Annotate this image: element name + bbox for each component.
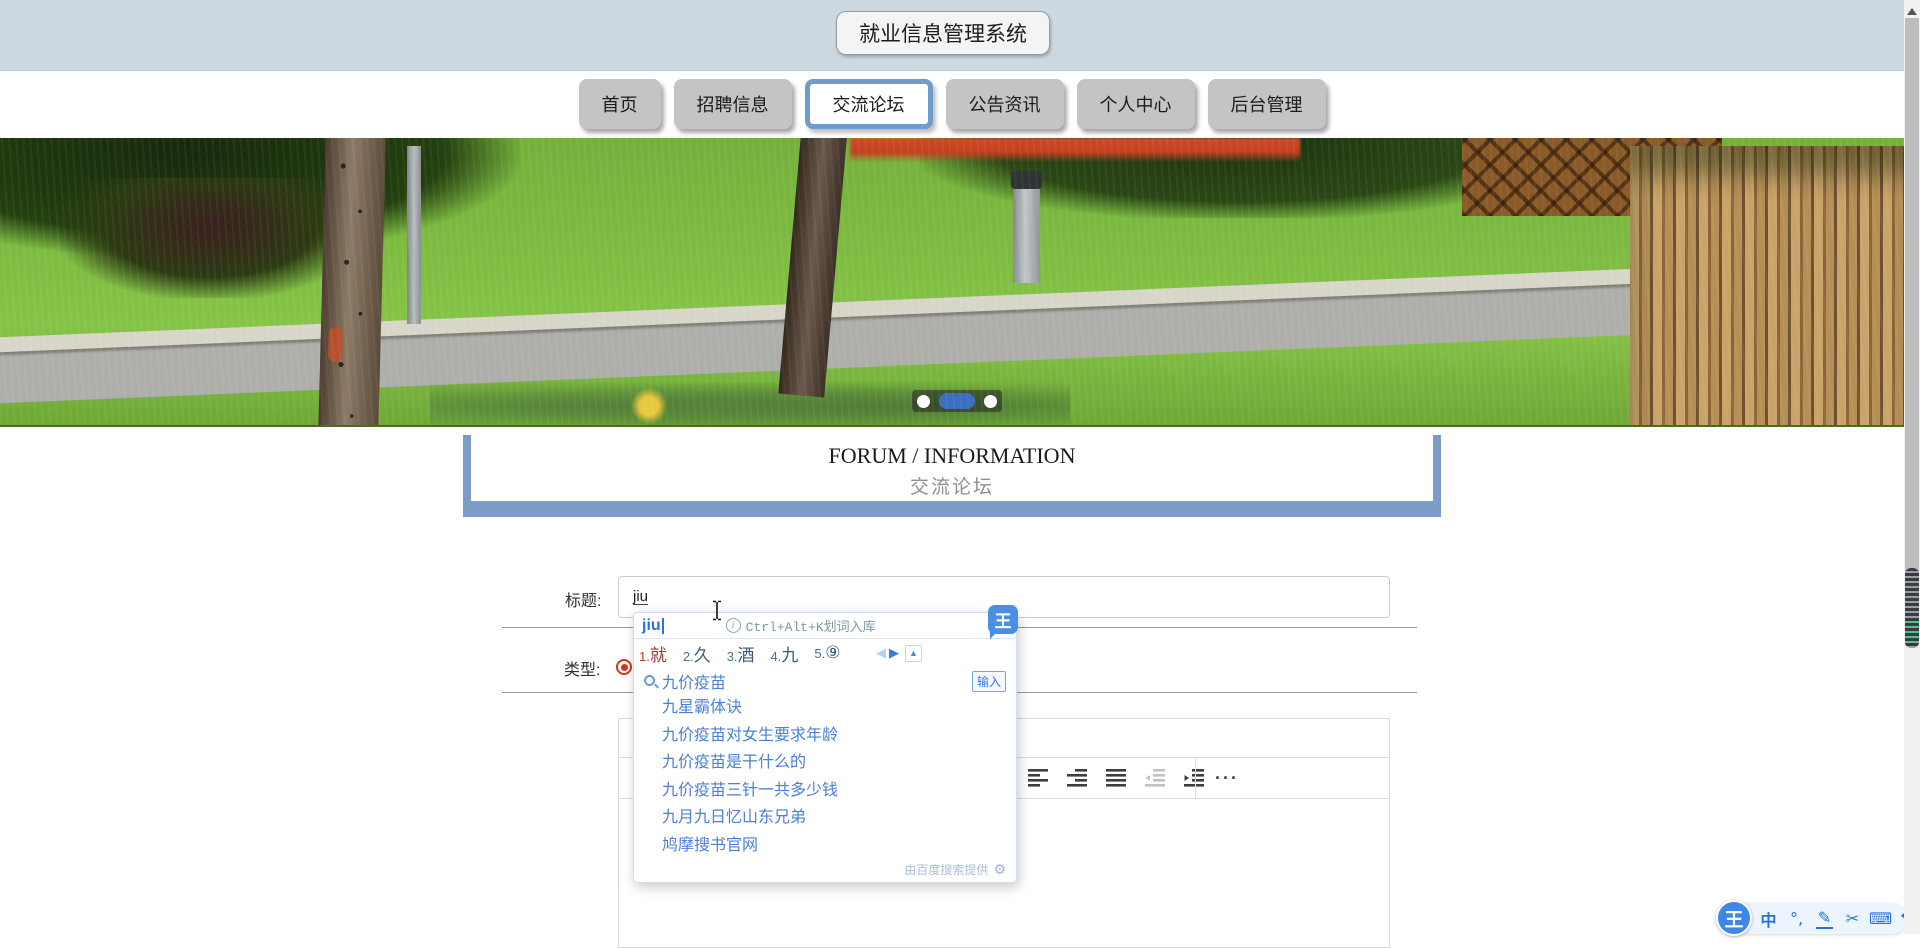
ime-candidate-1[interactable]: 1.就 [639,641,667,666]
ime-candidate-5[interactable]: 5.⑨ [814,643,840,663]
ime-suggestion-5[interactable]: 九月九日忆山东兄弟 [662,804,1016,832]
ime-suggestion-2[interactable]: 九价疫苗对女生要求年龄 [662,722,1016,750]
app-title[interactable]: 就业信息管理系统 [836,11,1050,55]
banner-image [0,138,1920,427]
ime-candidate-4[interactable]: 4.九 [771,641,799,666]
ime-candidate-popup: jiu Ctrl+Alt+K划词入库 王 1.就2.久3.酒4.九5.⑨◀▶▲ … [633,605,1018,883]
title-field-label: 标题: [565,593,602,610]
ime-shortcut-hint: Ctrl+Alt+K划词入库 [725,616,876,635]
ime-suggestion-4[interactable]: 九价疫苗三针一共多少钱 [662,777,1016,805]
nav-band: 首页 招聘信息 交流论坛 公告资讯 个人中心 后台管理 [0,71,1904,138]
ime-candidate-2[interactable]: 2.久 [683,641,711,666]
banner-pole [407,146,421,324]
ime-candidate-3[interactable]: 3.酒 [727,641,755,666]
ime-suggestion-3[interactable]: 九价疫苗是干什么的 [662,749,1016,777]
ime-suggestion-1[interactable]: 九星霸体诀 [662,694,1016,722]
nav-button-5[interactable]: 个人中心 [1076,79,1195,129]
align-right-icon[interactable] [1062,763,1092,793]
banner-foliage [60,178,360,298]
toolbar-divider [1195,758,1196,798]
banner-path [0,267,1920,405]
ime-search-row[interactable]: 九价疫苗 输入 [634,667,1016,694]
editor-toolbar-icons [1023,758,1209,798]
carousel-dot-2[interactable] [939,393,975,409]
text-cursor [711,600,723,626]
nav-button-2[interactable]: 招聘信息 [673,79,792,129]
ime-composition-text: jiu [642,616,661,634]
ime-footer-text: 由百度搜索提供 [904,863,989,877]
app-title-label: 就业信息管理系统 [859,23,1027,46]
ime-status-bar: 王 中°,✎✂⌨⚙ [1716,900,1916,936]
type-field-label: 类型: [564,662,601,679]
nav-button-4[interactable]: 公告资讯 [945,79,1064,129]
ime-suggestion-list: 九星霸体诀 九价疫苗对女生要求年龄 九价疫苗是干什么的 九价疫苗三针一共多少钱 九月九日… [634,694,1016,859]
ime-search-text[interactable]: 九价疫苗 [662,669,726,693]
ime-logo[interactable]: 王 [1716,900,1752,936]
outdent-icon[interactable] [1140,763,1170,793]
toolbar-more-button[interactable]: ··· [1205,758,1249,798]
search-icon [644,675,655,686]
banner-flowers [850,138,1300,162]
scrollbar[interactable] [1904,0,1920,934]
carousel-dot-1[interactable] [917,394,930,408]
ime-status-icons: 中°,✎✂⌨⚙ [1760,903,1920,934]
main-nav: 首页 招聘信息 交流论坛 公告资讯 个人中心 后台管理 [0,79,1904,129]
ime-enter-button[interactable]: 输入 [972,671,1006,692]
banner-tree-trunk [778,138,848,398]
scrollbar-thumb[interactable] [1905,18,1919,590]
banner-bushes [430,380,1070,425]
ime-composition-row: jiu Ctrl+Alt+K划词入库 王 [634,605,1018,639]
prev-page-icon[interactable]: ◀ [876,645,886,661]
nav-button-3[interactable]: 交流论坛 [804,79,933,129]
title-input-value: jiu [633,588,649,605]
banner-flower-spot [632,386,666,425]
section-title-zh: 交流论坛 [909,477,994,498]
next-page-icon[interactable]: ▶ [889,645,899,661]
banner-foliage [0,138,520,258]
scissors-icon[interactable]: ✂ [1844,908,1861,930]
punctuation-icon[interactable]: °, [1788,908,1805,930]
section-title-en: FORUM / INFORMATION [828,443,1076,468]
section-header: FORUM / INFORMATION 交流论坛 [463,435,1441,517]
banner-tree-trunk [317,138,387,425]
nav-button-6[interactable]: 后台管理 [1207,79,1326,129]
scroll-marker-widget[interactable] [1905,568,1919,648]
ime-logo-badge[interactable]: 王 [988,605,1018,639]
chinese-mode-icon[interactable]: 中 [1760,908,1777,930]
scrollbar-up-arrow[interactable] [1907,3,1917,15]
top-bar: 就业信息管理系统 [0,0,1904,71]
nav-button-1[interactable]: 首页 [578,79,661,129]
banner-curb [0,253,1920,354]
ime-caret [661,617,664,634]
carousel-dot-3[interactable] [984,394,997,408]
align-justify-icon[interactable] [1101,763,1131,793]
banner-foliage [920,138,1560,218]
info-icon [725,618,741,633]
banner-fence-lattice [1462,138,1722,216]
ime-popup-footer: 由百度搜索提供 ⚙ [904,861,1006,878]
type-radio-selected[interactable] [616,659,632,675]
handwriting-icon[interactable]: ✎ [1816,908,1833,929]
carousel-indicators [912,390,1002,412]
gear-icon[interactable]: ⚙ [993,861,1006,878]
page-up-icon[interactable]: ▲ [905,644,922,662]
ime-candidates-row: 1.就 2.久 3.酒 4.九 5.⑨ ◀ ▶ ▲ [634,639,1016,667]
page: 就业信息管理系统 首页 招聘信息 交流论坛 公告资讯 个人中心 后台管理 FORUM / … [0,0,1920,948]
banner-bollard-light [1011,171,1042,283]
keyboard-icon[interactable]: ⌨ [1869,908,1892,930]
banner-fence-bamboo [1630,146,1920,425]
ime-suggestion-6[interactable]: 鸠摩搜书官网 [662,832,1016,860]
align-left-icon[interactable] [1023,763,1053,793]
